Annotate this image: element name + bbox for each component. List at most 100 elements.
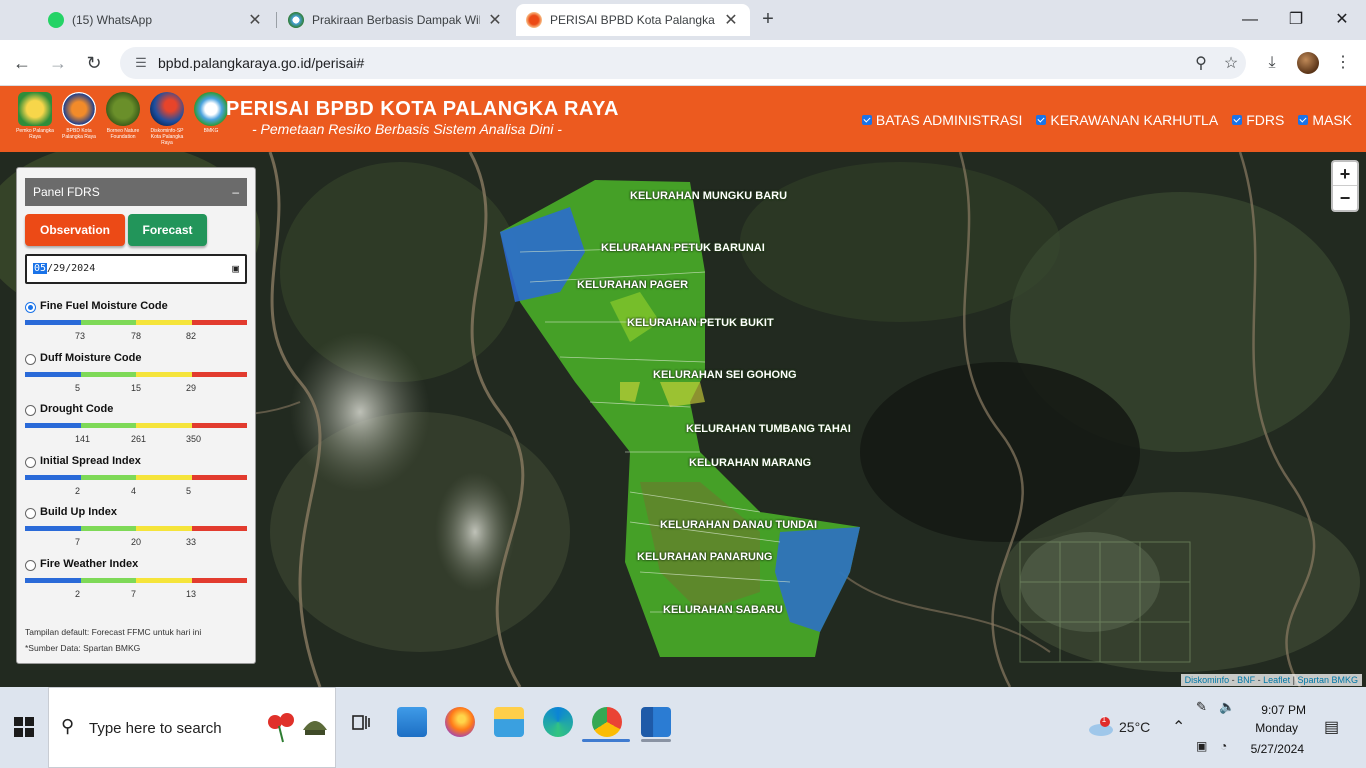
index-color-scale [25, 526, 247, 531]
logo-pemko: Pemko Palangka Raya [16, 92, 54, 146]
toggle-fdrs[interactable]: FDRS [1232, 112, 1284, 128]
index-radio[interactable] [25, 302, 36, 313]
checkbox-checked-icon[interactable] [1036, 115, 1047, 125]
scale-segment [136, 371, 192, 377]
tab-title: PERISAI BPBD Kota Palangka Ra [550, 13, 716, 27]
checkbox-checked-icon[interactable] [1298, 115, 1309, 125]
meet-now-icon[interactable]: ▣ [1196, 739, 1207, 753]
date-rest-segment[interactable]: /29/2024 [47, 263, 95, 274]
clock-time[interactable]: 9:07 PM [1250, 703, 1306, 717]
close-window-button[interactable]: ✕ [1330, 8, 1354, 32]
attribution-link[interactable]: BNF [1237, 675, 1255, 685]
scale-tick-label: 2 [75, 588, 81, 599]
site-info-icon[interactable]: ☰ [128, 55, 154, 71]
toggle-kerawanan-karhutla[interactable]: KERAWANAN KARHUTLA [1036, 112, 1218, 128]
kelurahan-label: KELURAHAN DANAU TUNDAI [660, 519, 818, 531]
zoom-in-button[interactable]: + [1333, 162, 1357, 186]
windows-start-icon[interactable] [14, 717, 34, 737]
bpbd-logo-icon [62, 92, 96, 126]
index-radio[interactable] [25, 456, 36, 468]
clock-day[interactable]: Monday [1250, 721, 1298, 735]
index-option[interactable]: Build Up Index 7 20 33 [25, 506, 247, 552]
chrome-icon[interactable] [592, 707, 622, 737]
logo-bnf: Borneo Nature Foundation [104, 92, 142, 146]
scale-tick-label: 350 [186, 434, 202, 444]
close-tab-icon[interactable]: ✕ [246, 10, 264, 30]
kelurahan-label: KELURAHAN PETUK BARUNAI [601, 242, 765, 254]
attribution-link[interactable]: Diskominfo [1185, 675, 1230, 685]
index-radio[interactable] [25, 353, 36, 365]
browser-menu-icon[interactable]: ⋮ [1330, 50, 1356, 76]
network-icon[interactable]: ◔ [1220, 739, 1227, 753]
notification-icon[interactable]: ▤ [1324, 717, 1339, 737]
scale-tick-label: 20 [131, 537, 142, 547]
tab-title: Prakiraan Berbasis Dampak Wila [312, 13, 480, 27]
forward-arrow-icon[interactable]: → [45, 50, 71, 76]
close-tab-icon[interactable]: ✕ [486, 10, 504, 30]
download-icon[interactable]: ⤓ [1259, 50, 1285, 76]
chevron-up-icon[interactable]: ⌃ [1172, 717, 1185, 737]
clock-date[interactable]: 5/27/2024 [1246, 742, 1304, 756]
toggle-mask[interactable]: MASK [1298, 112, 1352, 128]
index-option[interactable]: Initial Spread Index 2 4 5 [25, 455, 247, 501]
index-label: Drought Code [40, 403, 114, 415]
collapse-icon[interactable]: – [232, 178, 239, 206]
file-explorer-icon[interactable] [494, 707, 524, 737]
layer-toggles: BATAS ADMINISTRASI KERAWANAN KARHUTLA FD… [861, 112, 1352, 128]
attribution-link[interactable]: Leaflet [1263, 675, 1290, 685]
taskbar-search-box[interactable]: ⚲ Type here to search [48, 687, 336, 768]
kelurahan-label: KELURAHAN MUNGKU BARU [630, 190, 788, 202]
checkbox-checked-icon[interactable] [1232, 115, 1243, 125]
bookmark-star-icon[interactable]: ☆ [1216, 53, 1246, 73]
index-radio[interactable] [25, 508, 36, 519]
speaker-icon[interactable]: 🔈 [1219, 699, 1235, 715]
scale-segment [25, 577, 81, 583]
index-radio[interactable] [25, 405, 36, 416]
word-icon[interactable] [641, 707, 671, 737]
observation-button[interactable]: Observation [25, 214, 125, 246]
scale-tick-label: 13 [186, 588, 197, 599]
index-option[interactable]: Fine Fuel Moisture Code 73 78 82 [25, 300, 247, 346]
forecast-button[interactable]: Forecast [128, 214, 207, 246]
url-text[interactable]: bpbd.palangkaraya.go.id/perisai# [158, 55, 1186, 71]
date-input[interactable]: 05/29/2024 ▣ [25, 254, 247, 284]
back-arrow-icon[interactable]: ← [9, 50, 35, 76]
date-month-segment[interactable]: 05 [33, 263, 48, 274]
fdrs-panel: Panel FDRS – Observation Forecast 05/29/… [16, 167, 256, 664]
index-option[interactable]: Drought Code 141 261 350 [25, 403, 247, 449]
new-tab-button[interactable]: + [756, 8, 780, 32]
perisai-favicon-icon [526, 12, 542, 28]
calendar-icon[interactable]: ▣ [232, 256, 239, 282]
tab-whatsapp[interactable]: (15) WhatsApp ✕ [38, 4, 274, 36]
checkbox-checked-icon[interactable] [861, 115, 872, 125]
address-bar[interactable]: ☰ bpbd.palangkaraya.go.id/perisai# ⚲ ☆ [120, 47, 1246, 79]
panel-note-default: Tampilan default: Forecast FFMC untuk ha… [25, 627, 202, 637]
edge-icon[interactable] [543, 707, 573, 737]
toggle-batas-administrasi[interactable]: BATAS ADMINISTRASI [861, 112, 1022, 128]
pen-icon[interactable]: ✎ [1196, 699, 1207, 715]
mail-app-icon[interactable] [397, 707, 427, 737]
bnf-logo-icon [106, 92, 140, 126]
panel-header[interactable]: Panel FDRS – [25, 178, 247, 206]
attribution-link[interactable]: Spartan BMKG [1297, 675, 1358, 685]
close-tab-icon[interactable]: ✕ [722, 10, 740, 30]
index-option[interactable]: Duff Moisture Code 5 15 29 [25, 352, 247, 398]
task-view-icon[interactable] [351, 713, 371, 733]
index-label: Duff Moisture Code [40, 351, 142, 364]
restore-button[interactable]: ❐ [1284, 8, 1308, 32]
weather-temperature[interactable]: 25°C [1119, 719, 1150, 735]
zoom-out-button[interactable]: − [1333, 186, 1357, 210]
firefox-icon[interactable] [445, 707, 475, 737]
tab-perisai[interactable]: PERISAI BPBD Kota Palangka Ra ✕ [516, 4, 750, 36]
reload-icon[interactable]: ↻ [81, 50, 107, 76]
scale-tick-label: 29 [186, 382, 197, 393]
index-option[interactable]: Fire Weather Index 2 7 13 [25, 558, 247, 604]
minimize-button[interactable]: — [1238, 8, 1262, 32]
scale-segment [191, 474, 247, 480]
scale-segment [80, 423, 136, 428]
index-radio[interactable] [25, 559, 36, 571]
zoom-magnifier-icon[interactable]: ⚲ [1186, 53, 1216, 73]
profile-avatar[interactable] [1297, 52, 1319, 74]
tab-prakiraan[interactable]: Prakiraan Berbasis Dampak Wila ✕ [278, 4, 514, 36]
logo-bpbd: BPBD Kota Palangka Raya [60, 92, 98, 146]
